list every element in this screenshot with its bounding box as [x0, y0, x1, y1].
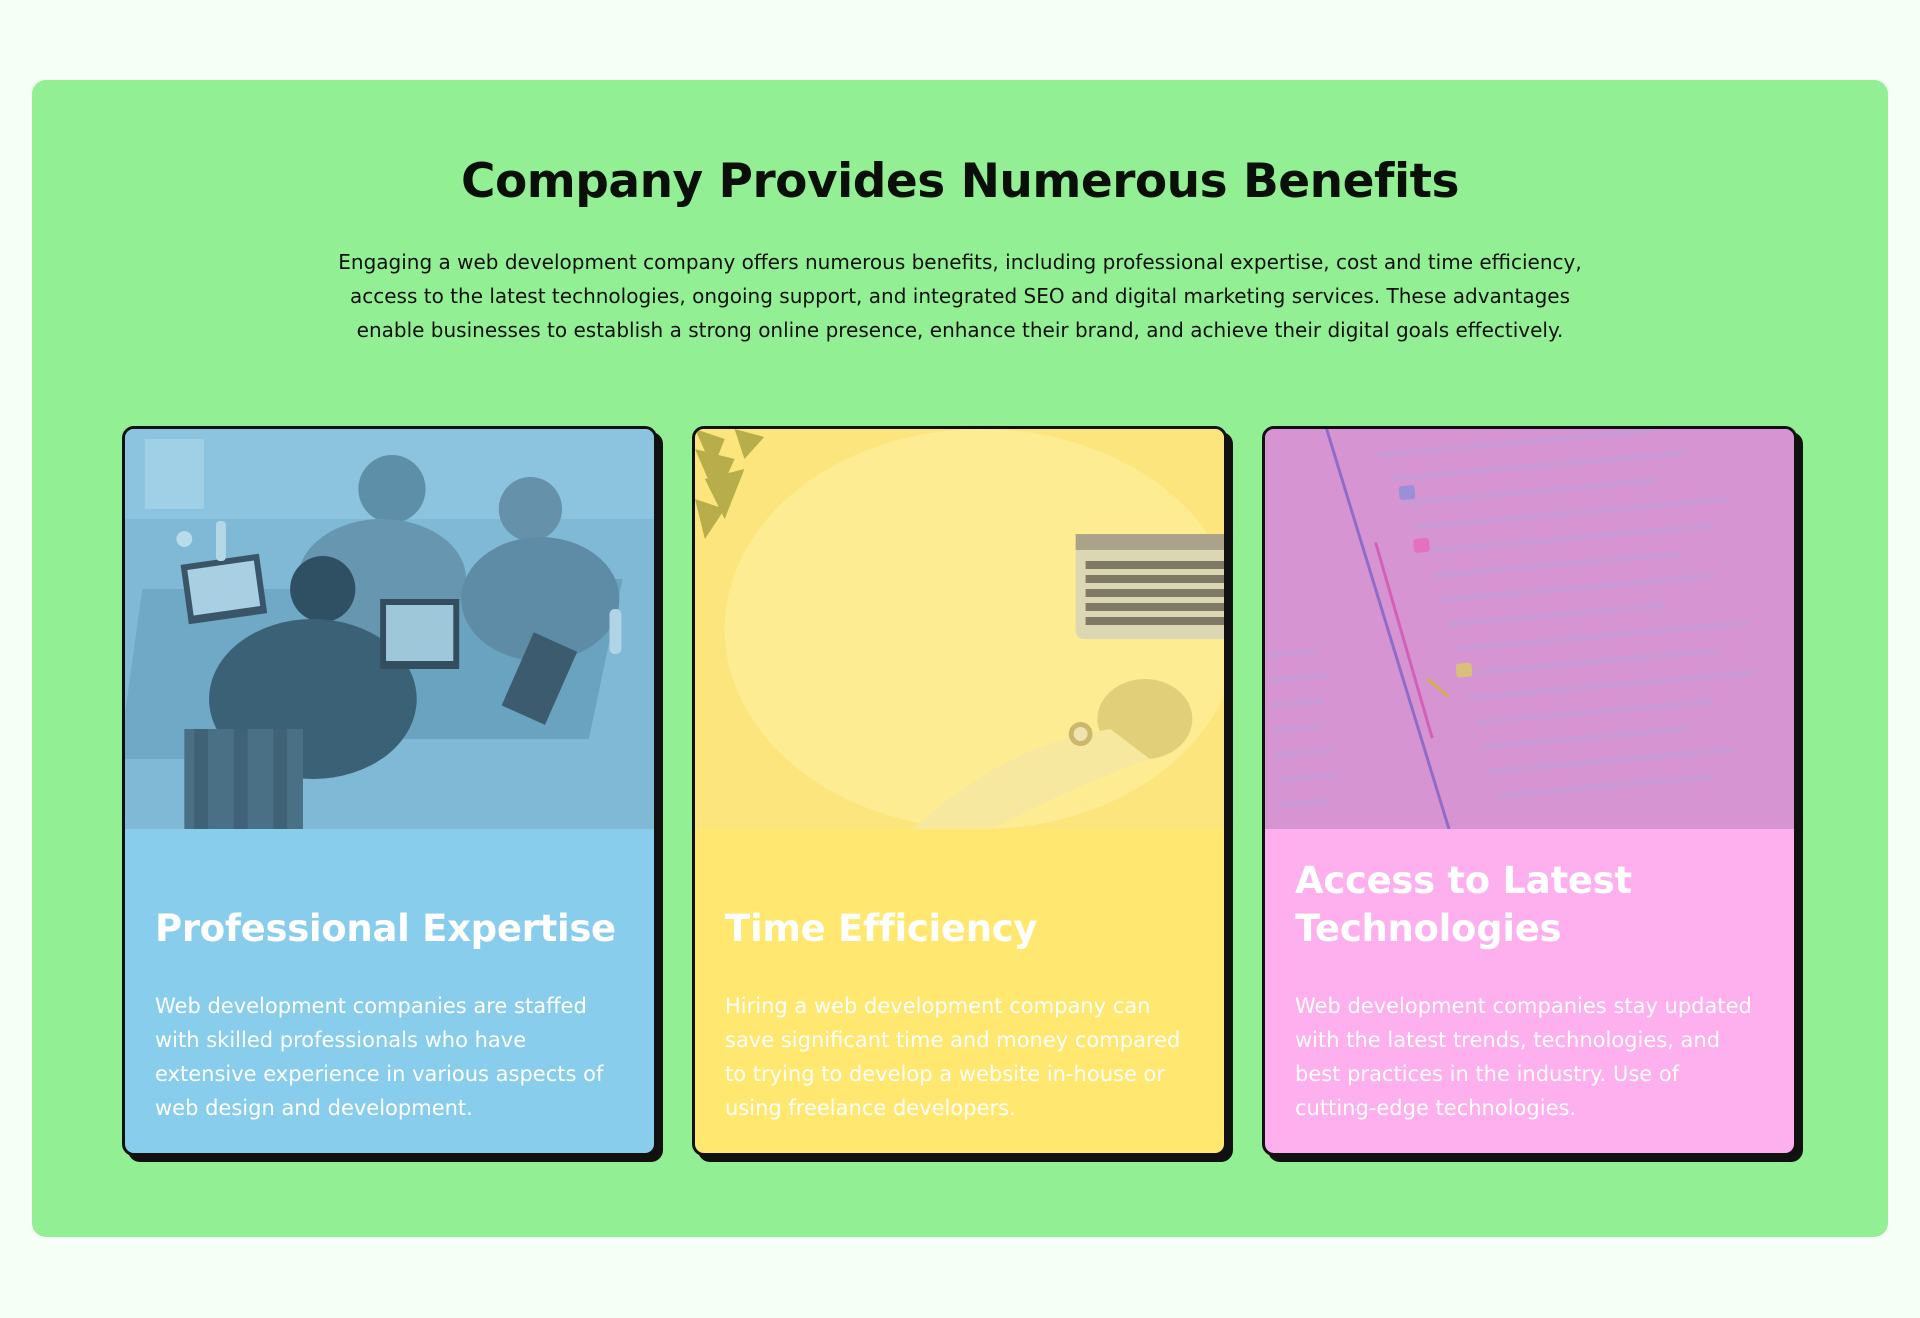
card-title: Professional Expertise [155, 907, 616, 950]
team-photo-image [125, 429, 654, 829]
benefit-card-professional-expertise: Professional Expertise Web development c… [122, 426, 657, 1156]
card-body: Professional Expertise Web development c… [155, 829, 624, 1153]
section-description: Engaging a web development company offer… [338, 250, 1582, 342]
card-body: Time Efficiency Hiring a web development… [725, 829, 1194, 1153]
card-title: Access to Latest Technologies [1295, 859, 1632, 950]
card-title: Time Efficiency [725, 907, 1038, 950]
card-text: Hiring a web development company can sav… [725, 994, 1181, 1120]
section-title: Company Provides Numerous Benefits [460, 154, 1460, 209]
card-text: Web development companies stay updated w… [1295, 994, 1752, 1120]
benefits-section: Company Provides Numerous Benefits Engag… [32, 80, 1888, 1237]
benefit-card-time-efficiency: Time Efficiency Hiring a web development… [692, 426, 1227, 1156]
card-text: Web development companies are staffed wi… [155, 994, 604, 1120]
code-history-image [1265, 429, 1794, 829]
laptop-desk-image [695, 429, 1224, 829]
benefit-card-latest-technologies: Access to Latest Technologies Web develo… [1262, 426, 1797, 1156]
card-body: Access to Latest Technologies Web develo… [1295, 829, 1764, 1153]
